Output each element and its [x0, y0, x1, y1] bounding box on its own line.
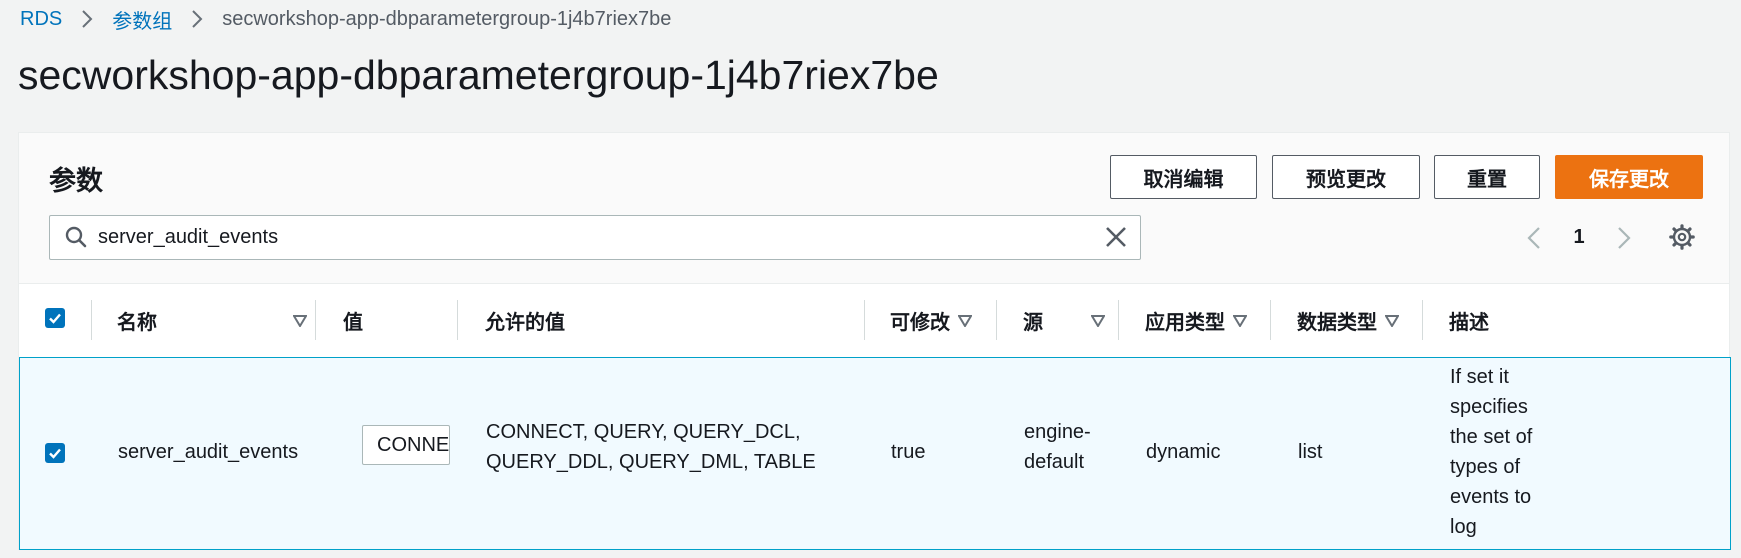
source-line: default: [1024, 451, 1085, 473]
column-divider: [1270, 300, 1271, 340]
close-icon[interactable]: [1104, 225, 1128, 254]
sort-icon: [1233, 314, 1247, 327]
reset-button[interactable]: 重置: [1434, 155, 1540, 199]
column-divider: [864, 300, 865, 340]
column-header-modifiable[interactable]: 可修改: [890, 284, 972, 357]
cancel-edit-button[interactable]: 取消编辑: [1110, 155, 1257, 199]
column-divider: [1118, 300, 1119, 340]
column-label: 值: [343, 312, 363, 334]
description-line: specifies: [1450, 396, 1528, 418]
column-label: 应用类型: [1145, 312, 1225, 334]
modifiable-value: true: [891, 441, 926, 463]
current-page-number[interactable]: 1: [1549, 226, 1609, 249]
description-value: If set it specifies the set of types of …: [1450, 362, 1532, 542]
column-label: 名称: [117, 312, 157, 334]
sort-icon: [293, 314, 307, 327]
description-line: If set it: [1450, 366, 1509, 388]
column-label: 可修改: [890, 312, 950, 334]
preview-changes-button[interactable]: 预览更改: [1272, 155, 1420, 199]
chevron-right-icon: [184, 6, 210, 32]
breadcrumb: RDS 参数组 secworkshop-app-dbparametergroup…: [20, 5, 672, 34]
column-header-allowed-values: 允许的值: [485, 284, 565, 357]
column-divider: [996, 300, 997, 340]
allowed-values-line: CONNECT, QUERY, QUERY_DCL,: [486, 421, 801, 443]
sort-icon: [958, 314, 972, 327]
breadcrumb-current: secworkshop-app-dbparametergroup-1j4b7ri…: [222, 7, 672, 30]
search-icon: [64, 225, 88, 254]
column-label: 源: [1023, 312, 1043, 334]
description-line: events to: [1450, 486, 1532, 508]
column-header-name[interactable]: 名称: [117, 284, 307, 357]
apply-type-value: dynamic: [1146, 441, 1221, 463]
column-header-source[interactable]: 源: [1023, 284, 1105, 357]
select-all-checkbox[interactable]: [45, 308, 65, 328]
allowed-values-line: QUERY_DDL, QUERY_DML, TABLE: [486, 451, 816, 473]
panel-title: 参数: [49, 166, 103, 196]
row-checkbox[interactable]: [45, 443, 65, 463]
chevron-left-icon[interactable]: [1519, 223, 1549, 253]
source-value: engine- default: [1024, 417, 1091, 477]
column-label: 数据类型: [1297, 312, 1377, 334]
panel-header: 参数 取消编辑 预览更改 重置 保存更改 1: [19, 133, 1729, 284]
source-line: engine-: [1024, 421, 1091, 443]
search-input[interactable]: [98, 222, 1058, 252]
column-divider: [315, 300, 316, 340]
column-label: 允许的值: [485, 312, 565, 334]
breadcrumb-rds-link[interactable]: RDS: [20, 8, 62, 31]
parameters-panel: 参数 取消编辑 预览更改 重置 保存更改 1: [18, 132, 1731, 550]
chevron-right-icon[interactable]: [1609, 223, 1639, 253]
description-line: types of: [1450, 456, 1521, 478]
column-divider: [91, 300, 92, 340]
search-box: [49, 215, 1141, 260]
description-line: the set of: [1450, 426, 1533, 448]
breadcrumb-parameter-groups-link[interactable]: 参数组: [112, 5, 172, 34]
column-header-data-type[interactable]: 数据类型: [1297, 284, 1399, 357]
sort-icon: [1091, 314, 1105, 327]
column-header-apply-type[interactable]: 应用类型: [1145, 284, 1247, 357]
column-label: 描述: [1449, 312, 1489, 334]
page-title: secworkshop-app-dbparametergroup-1j4b7ri…: [18, 52, 939, 98]
gear-icon[interactable]: [1669, 224, 1695, 255]
data-type-value: list: [1298, 441, 1323, 463]
description-line: log: [1450, 516, 1477, 538]
parameter-value-input[interactable]: [362, 425, 450, 465]
pagination: 1: [1519, 215, 1639, 260]
allowed-values: CONNECT, QUERY, QUERY_DCL, QUERY_DDL, QU…: [486, 417, 816, 477]
column-header-value: 值: [343, 284, 363, 357]
chevron-right-icon: [74, 6, 100, 32]
save-changes-button[interactable]: 保存更改: [1555, 155, 1703, 199]
column-header-description: 描述: [1449, 284, 1489, 357]
sort-icon: [1385, 314, 1399, 327]
table-row[interactable]: server_audit_events CONNECT, QUERY, QUER…: [19, 357, 1731, 550]
parameter-name: server_audit_events: [118, 441, 299, 463]
column-divider: [1422, 300, 1423, 340]
column-divider: [457, 300, 458, 340]
